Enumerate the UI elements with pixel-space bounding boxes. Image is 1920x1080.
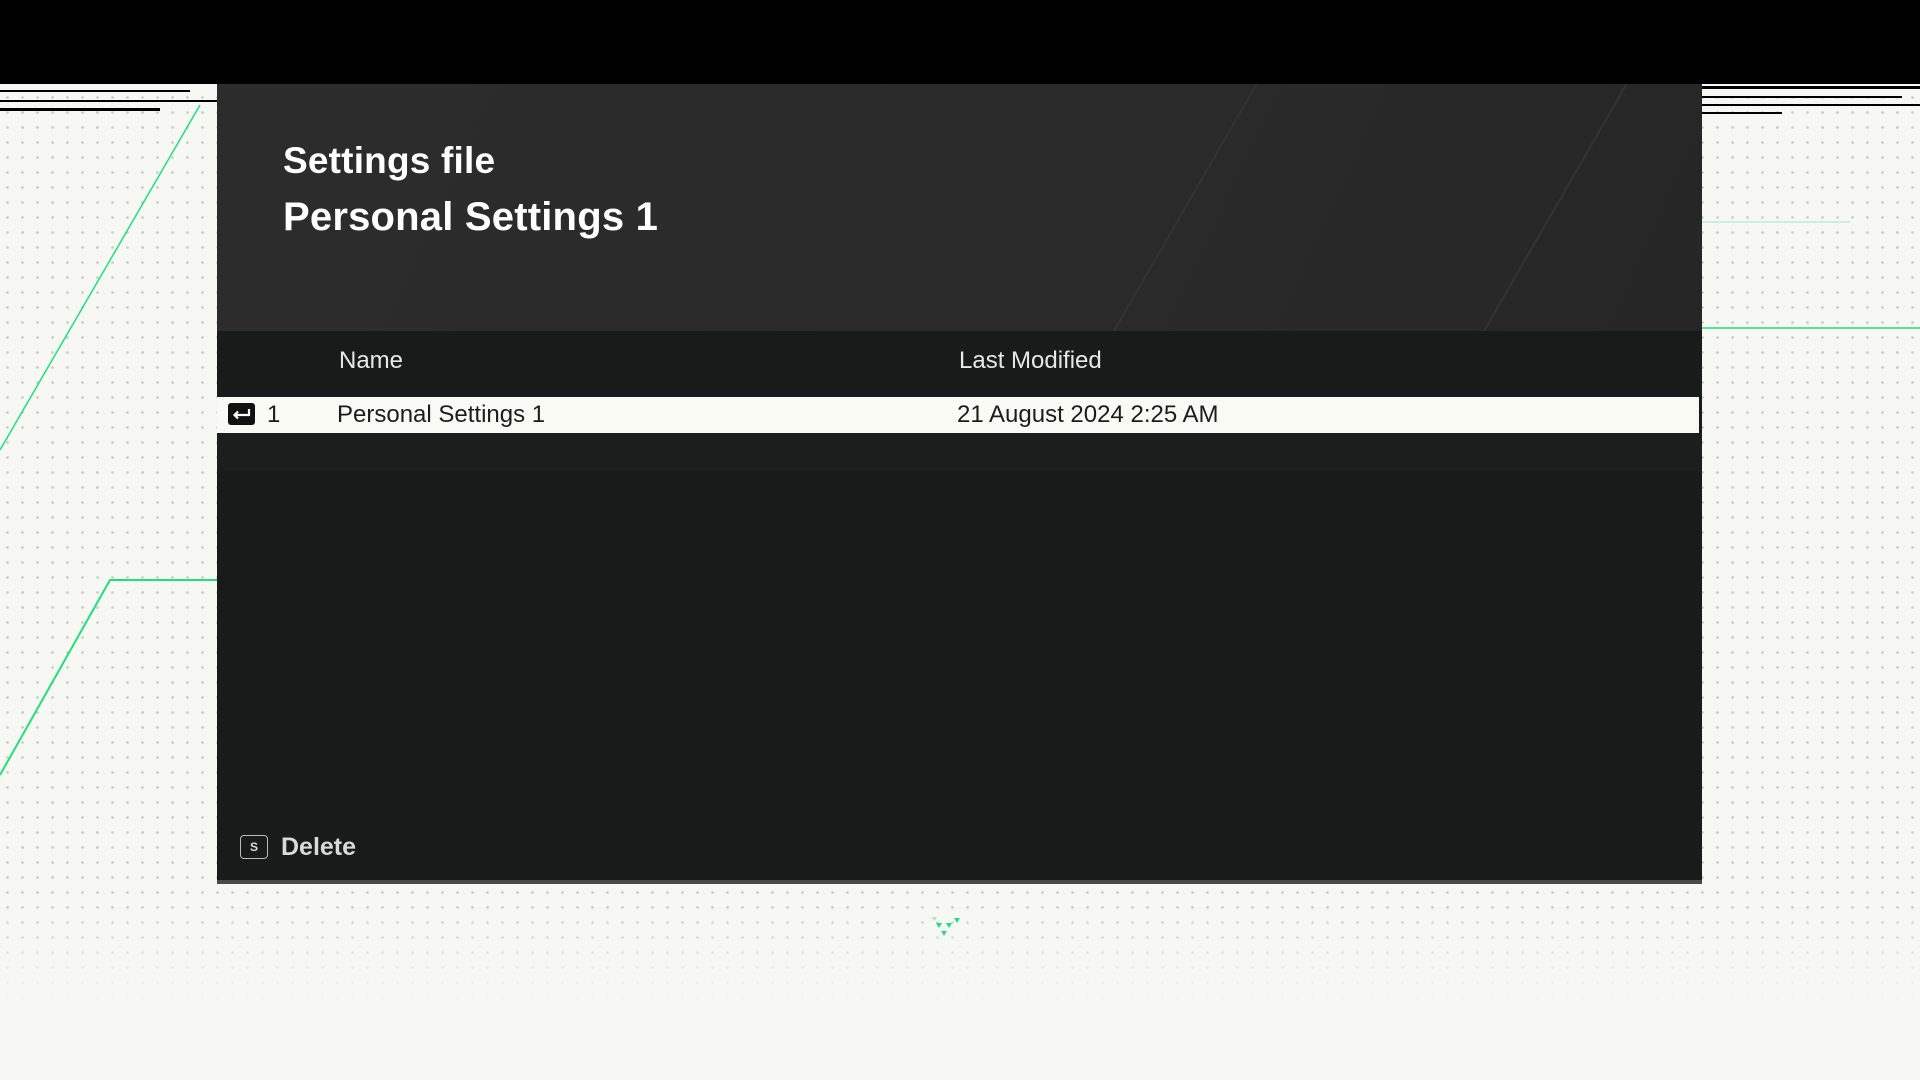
column-header-name[interactable]: Name [339,347,403,375]
row-index: 1 [267,401,281,428]
table-row[interactable]: 1 Personal Settings 1 21 August 2024 2:2… [217,397,1699,433]
panel-footer: S Delete [217,820,1702,884]
s-key-icon: S [240,835,268,859]
empty-row [217,433,1702,471]
delete-button[interactable]: Delete [281,833,356,862]
row-last-modified: 21 August 2024 2:25 AM [957,401,1219,428]
loading-spinner-icon [932,917,960,936]
table-header: Name Last Modified [217,331,1702,393]
header-slash-decoration [1107,84,1269,331]
settings-file-panel: Settings file Personal Settings 1 Name L… [217,84,1702,884]
row-name: Personal Settings 1 [337,401,546,428]
panel-subtitle: Personal Settings 1 [283,195,659,239]
panel-header: Settings file Personal Settings 1 [217,84,1702,331]
enter-icon [228,403,255,425]
panel-title: Settings file [283,140,496,181]
column-header-last-modified[interactable]: Last Modified [959,347,1102,375]
panel-bottom-edge [217,880,1702,884]
header-slash-decoration [1477,84,1639,331]
